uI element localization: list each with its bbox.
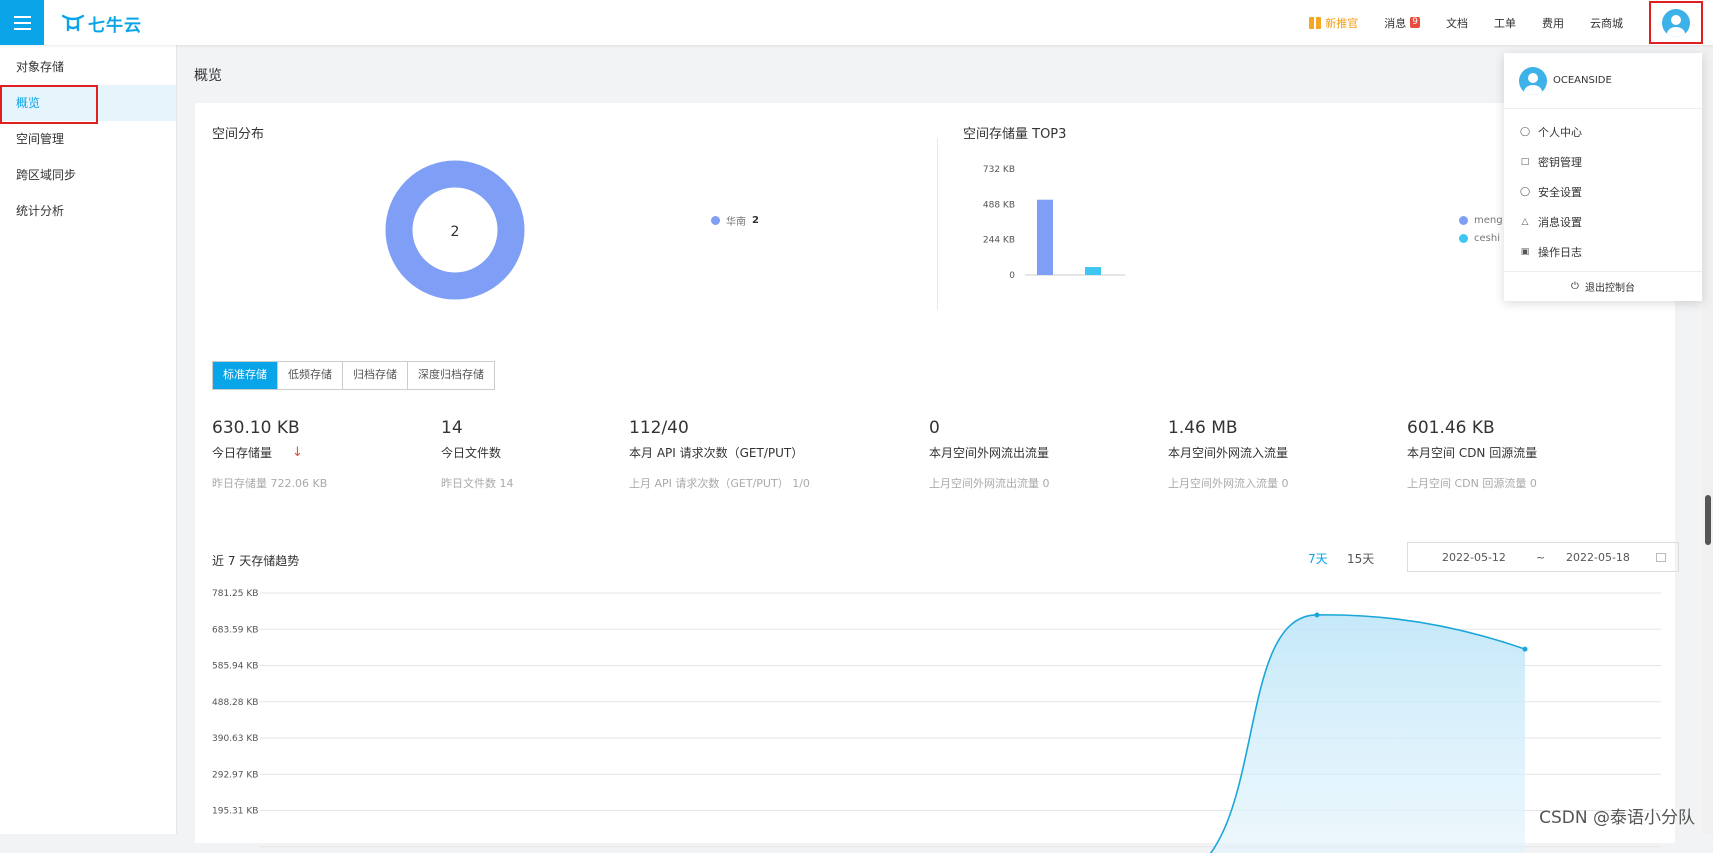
donut-legend[interactable]: 华南 2 (711, 213, 759, 228)
gift-icon (1309, 17, 1321, 29)
trend-y-tick-label: 390.63 KB (212, 734, 258, 744)
sidebar-item-overview[interactable]: 概览 (0, 85, 176, 121)
storage-type-tabs: 标准存储 低频存储 归档存储 深度归档存储 (212, 361, 495, 390)
down-arrow-icon: ↓ (292, 445, 303, 460)
sidebar: 对象存储 概览 空间管理 跨区域同步 统计分析 (0, 45, 177, 834)
trend-y-tick-label: 195.31 KB (212, 807, 258, 817)
watermark: CSDN @泰语小分队 (1539, 803, 1695, 828)
range-7-days[interactable]: 7天 (1308, 550, 1328, 567)
menu-item-key-management[interactable]: □密钥管理 (1504, 147, 1702, 177)
message-count-badge: 9 (1410, 17, 1420, 28)
logo[interactable]: 七牛云 (62, 11, 142, 35)
logo-icon (62, 14, 84, 32)
bar-meng[interactable] (1037, 200, 1053, 275)
trend-point[interactable] (1315, 612, 1320, 617)
sidebar-item-buckets[interactable]: 空间管理 (0, 121, 176, 157)
sidebar-item-object-storage[interactable]: 对象存储 (0, 49, 176, 85)
overview-card: 空间分布 2 华南 2 空间存储量 TOP3 0 244 KB 488 KB 732 … (195, 103, 1675, 843)
legend-meng[interactable]: meng (1459, 215, 1503, 226)
logo-text: 七牛云 (88, 11, 142, 36)
donut-center-value: 2 (451, 224, 460, 240)
trend-y-tick-label: 683.59 KB (212, 625, 258, 635)
donut-chart: 2 (385, 160, 525, 300)
shield-icon: ◯ (1520, 187, 1530, 197)
top-nav: 新推官 消息9 文档 工单 费用 云商城 (1309, 0, 1713, 45)
trend-area-chart: 195.31 KB 292.97 KB 390.63 KB 488.28 KB 585.… (195, 583, 1675, 853)
nav-promo[interactable]: 新推官 (1309, 15, 1358, 31)
monitor-icon: ▣ (1520, 247, 1530, 257)
legend-dot (711, 216, 720, 225)
stat-cdn-origin-traffic: 601.46 KB 本月空间 CDN 回源流量 上月空间 CDN 回源流量 0 (1407, 418, 1537, 491)
sidebar-item-statistics[interactable]: 统计分析 (0, 193, 176, 229)
date-range-picker[interactable]: 2022-05-12 ~ 2022-05-18 (1407, 542, 1679, 572)
bar-ceshi[interactable] (1085, 267, 1101, 275)
legend-ceshi[interactable]: ceshi (1459, 233, 1500, 244)
user-avatar-button[interactable] (1649, 1, 1703, 44)
logout-button[interactable]: ⏻退出控制台 (1504, 271, 1702, 301)
lock-icon: □ (1520, 157, 1530, 167)
trend-title: 近 7 天存储趋势 (212, 552, 299, 569)
nav-billing[interactable]: 费用 (1542, 15, 1564, 31)
sidebar-item-cross-region-sync[interactable]: 跨区域同步 (0, 157, 176, 193)
nav-messages[interactable]: 消息9 (1384, 15, 1420, 31)
user-icon: ◯ (1520, 127, 1530, 137)
trend-y-tick-label: 488.28 KB (212, 698, 258, 708)
bar-y-tick-label: 244 KB (983, 236, 1015, 246)
tab-archive[interactable]: 归档存储 (343, 362, 408, 389)
menu-item-message-settings[interactable]: △消息设置 (1504, 207, 1702, 237)
tab-infrequent[interactable]: 低频存储 (278, 362, 343, 389)
trend-y-tick-label: 585.94 KB (212, 662, 258, 672)
avatar-icon (1662, 9, 1690, 37)
username: OCEANSIDE (1553, 75, 1612, 86)
avatar-icon (1519, 67, 1547, 95)
space-distribution-title: 空间分布 (212, 123, 264, 142)
bell-icon: △ (1520, 217, 1530, 227)
nav-marketplace[interactable]: 云商城 (1590, 15, 1623, 31)
power-icon: ⏻ (1571, 281, 1579, 292)
main-content: 概览 空间分布 2 华南 2 空间存储量 TOP3 0 244 KB 488 KB 7… (177, 45, 1713, 834)
stat-inbound-traffic: 1.46 MB 本月空间外网流入流量 上月空间外网流入流量 0 (1168, 418, 1289, 491)
trend-area (1155, 615, 1525, 853)
range-15-days[interactable]: 15天 (1347, 550, 1374, 567)
date-start: 2022-05-12 (1442, 551, 1506, 564)
calendar-icon (1656, 553, 1666, 562)
page-scrollbar[interactable] (1703, 45, 1713, 834)
stat-api-requests: 112/40 本月 API 请求次数（GET/PUT） 上月 API 请求次数（… (629, 418, 810, 491)
user-dropdown-menu: OCEANSIDE ◯个人中心 □密钥管理 ◯安全设置 △消息设置 ▣操作日志 … (1504, 53, 1702, 301)
nav-tickets[interactable]: 工单 (1494, 15, 1516, 31)
page-title: 概览 (194, 65, 222, 85)
section-divider (937, 138, 938, 310)
bar-y-tick-label: 0 (1009, 271, 1015, 281)
stat-file-count: 14 今日文件数 昨日文件数 14 (441, 418, 514, 491)
top3-bar-chart: 0 244 KB 488 KB 732 KB (955, 153, 1135, 283)
stat-outbound-traffic: 0 本月空间外网流出流量 上月空间外网流出流量 0 (929, 418, 1050, 491)
bar-y-tick-label: 732 KB (983, 165, 1015, 175)
menu-item-operation-log[interactable]: ▣操作日志 (1504, 237, 1702, 267)
date-separator: ~ (1536, 551, 1545, 564)
stat-storage: 630.10 KB 今日存储量↓ 昨日存储量 722.06 KB (212, 418, 327, 491)
scrollbar-thumb[interactable] (1705, 495, 1711, 545)
hamburger-menu-button[interactable] (0, 0, 44, 45)
trend-y-tick-label: 781.25 KB (212, 589, 258, 599)
top3-title: 空间存储量 TOP3 (963, 123, 1066, 142)
date-end: 2022-05-18 (1566, 551, 1630, 564)
tab-deep-archive[interactable]: 深度归档存储 (408, 362, 494, 389)
top-bar: 七牛云 新推官 消息9 文档 工单 费用 云商城 (0, 0, 1713, 45)
trend-y-tick-label: 292.97 KB (212, 770, 258, 780)
menu-item-personal-center[interactable]: ◯个人中心 (1504, 117, 1702, 147)
tab-standard[interactable]: 标准存储 (213, 362, 278, 389)
trend-point[interactable] (1523, 647, 1528, 652)
menu-item-security-settings[interactable]: ◯安全设置 (1504, 177, 1702, 207)
dropdown-header: OCEANSIDE (1504, 53, 1702, 109)
bar-y-tick-label: 488 KB (983, 200, 1015, 210)
nav-docs[interactable]: 文档 (1446, 15, 1468, 31)
